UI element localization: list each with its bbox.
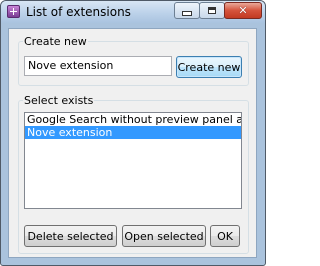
close-icon: ✕ [238,4,248,17]
extension-name-input[interactable]: Nove extension [24,56,172,76]
maximize-button[interactable] [199,2,225,19]
extensions-list[interactable]: Google Search without preview panel and … [24,112,242,209]
maximize-icon [208,7,216,14]
dialog-body: Create new Nove extension Create new Sel… [8,28,257,258]
close-button[interactable]: ✕ [224,2,262,19]
minimize-icon [182,11,192,16]
create-new-label: Create new [23,35,88,48]
delete-selected-button[interactable]: Delete selected [24,225,117,247]
window-title: List of extensions [26,5,131,19]
title-bar[interactable]: List of extensions ✕ [1,1,265,23]
select-exists-label: Select exists [23,94,95,107]
app-icon[interactable] [7,5,20,18]
list-item[interactable]: Nove extension [25,126,241,139]
ok-button[interactable]: OK [210,225,240,247]
extensions-window: List of extensions ✕ Create new Nove ext… [0,0,266,266]
open-selected-button[interactable]: Open selected [122,225,206,247]
create-new-button[interactable]: Create new [176,56,242,78]
minimize-button[interactable] [174,2,200,19]
list-item[interactable]: Google Search without preview panel and … [25,113,241,126]
